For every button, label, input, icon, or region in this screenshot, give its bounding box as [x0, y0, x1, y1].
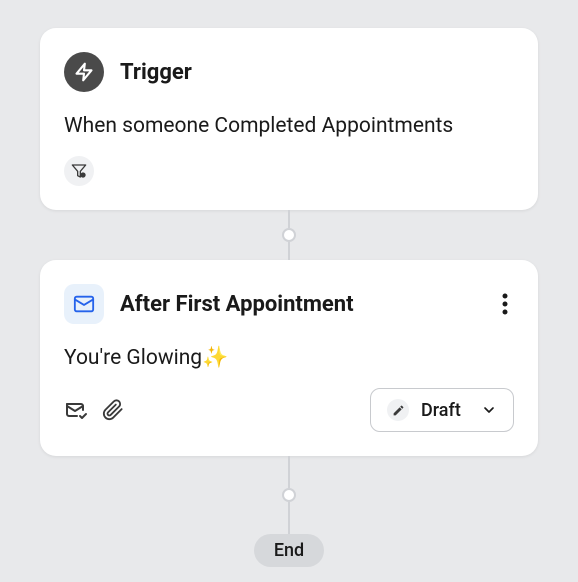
action-title: After First Appointment	[120, 292, 480, 317]
pencil-icon	[387, 399, 409, 421]
trigger-description: When someone Completed Appointments	[64, 114, 514, 138]
mail-check-icon	[64, 398, 88, 422]
filter-icon	[64, 156, 94, 186]
chevron-down-icon	[481, 402, 497, 418]
action-footer: Draft	[64, 388, 514, 432]
trigger-header: Trigger	[64, 52, 514, 92]
trigger-footer	[64, 156, 514, 186]
status-select[interactable]: Draft	[370, 388, 514, 432]
end-pill: End	[254, 534, 324, 567]
action-body: You're Glowing✨	[64, 346, 514, 370]
trigger-card[interactable]: Trigger When someone Completed Appointme…	[40, 28, 538, 210]
action-header: After First Appointment	[64, 284, 514, 324]
action-card[interactable]: After First Appointment You're Glowing✨	[40, 260, 538, 456]
attachment-icon	[102, 399, 124, 421]
more-button[interactable]	[496, 287, 514, 321]
lightning-icon	[64, 52, 104, 92]
connector-1	[282, 210, 296, 260]
trigger-title: Trigger	[120, 60, 514, 85]
mail-icon	[64, 284, 104, 324]
end-label: End	[274, 540, 304, 561]
status-label: Draft	[421, 400, 469, 421]
connector-2	[282, 456, 296, 534]
